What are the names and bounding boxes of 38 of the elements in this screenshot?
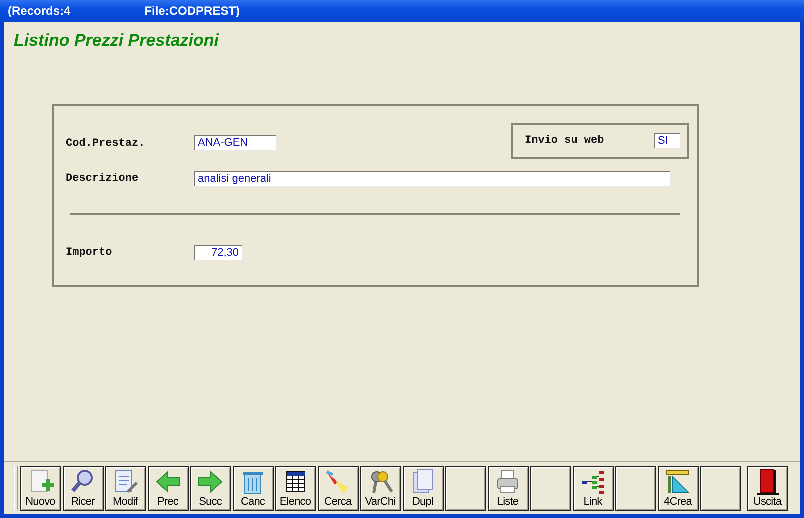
toolbar-button[interactable]: Nuovo (20, 466, 61, 510)
input-field[interactable]: 72,30 (194, 245, 243, 261)
input-field[interactable]: analisi generali (194, 171, 671, 187)
toolbar-button[interactable]: VarChi (360, 466, 401, 510)
blank-button[interactable] (615, 466, 656, 510)
toolbar-button[interactable]: Dupl (402, 466, 444, 510)
blank-button[interactable] (530, 466, 571, 510)
edit-document-icon (112, 468, 138, 494)
toolbar-button[interactable]: Cerca (318, 466, 358, 510)
toolbar-button[interactable]: Prec (148, 466, 188, 510)
toolbar-button[interactable]: Liste (488, 466, 528, 510)
flashlight-icon (325, 468, 351, 494)
field-label: Invio su web (525, 135, 604, 147)
form-title: Listino Prezzi Prestazioni (13, 30, 220, 51)
field-label: Cod.Prestaz. (66, 138, 146, 150)
toolbar-button[interactable]: Canc (232, 466, 274, 510)
left-arrow-icon (155, 468, 181, 494)
printer-icon (495, 468, 521, 494)
door-icon (754, 468, 780, 494)
toolbar-button[interactable]: 4Crea (658, 466, 698, 510)
toolbar-button[interactable]: Link (572, 466, 614, 510)
ruler-triangle-icon (665, 468, 691, 494)
blank-button[interactable] (700, 466, 741, 510)
magnifier-icon (70, 468, 96, 494)
field-label: Importo (66, 247, 112, 259)
toolbar-button[interactable]: Modif (105, 466, 146, 510)
toolbar-button[interactable]: Uscita (747, 466, 788, 510)
right-arrow-icon (198, 468, 224, 494)
input-field[interactable]: ANA-GEN (194, 135, 277, 151)
toolbar-button[interactable]: Succ (190, 466, 231, 510)
records-count: (Records:4 (8, 4, 71, 18)
input-field[interactable]: SI (654, 133, 681, 149)
blank-button[interactable] (445, 466, 486, 510)
field-label: Descrizione (66, 173, 139, 185)
file-name: File:CODPREST) (144, 4, 240, 18)
toolbar-button[interactable]: Ricer (62, 466, 104, 510)
toolbar-button[interactable]: Elenco (275, 466, 316, 510)
network-diagram-icon (580, 468, 606, 494)
